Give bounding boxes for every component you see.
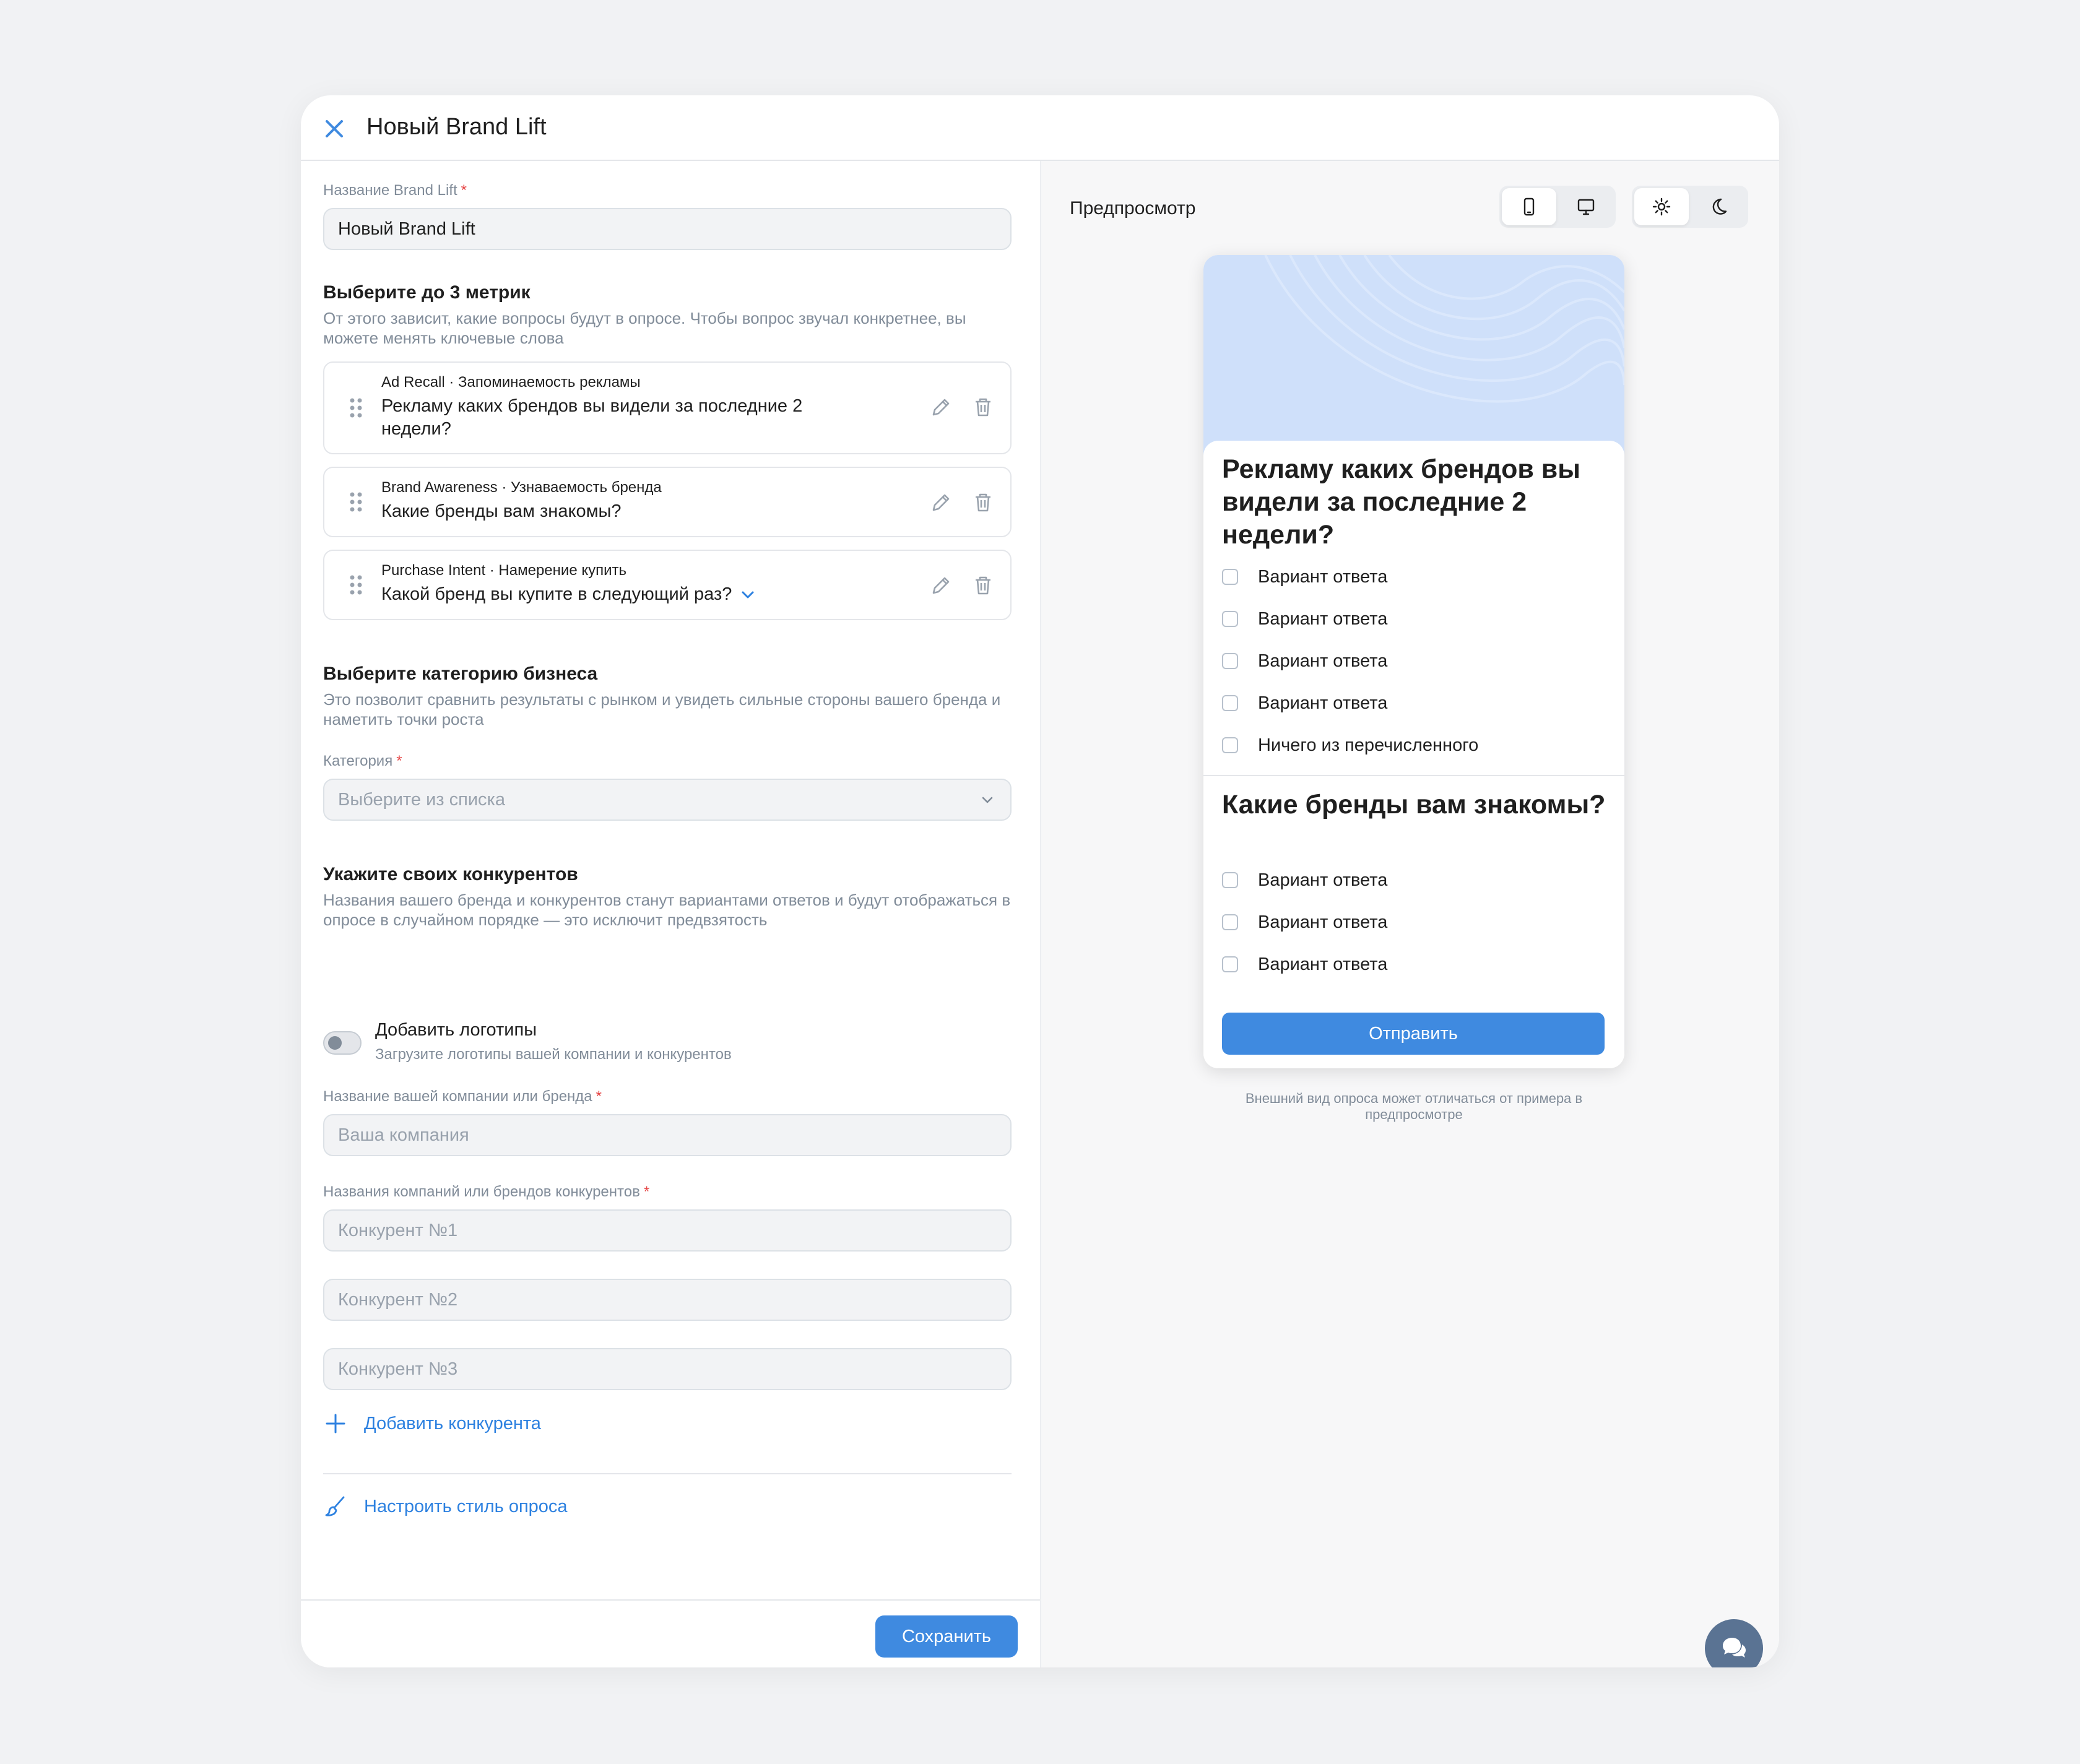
checkbox[interactable]	[1222, 611, 1238, 627]
modal-header: Новый Brand Lift	[301, 95, 1779, 161]
answer-option[interactable]: Вариант ответа	[1222, 564, 1387, 589]
logos-toggle[interactable]	[323, 1031, 362, 1055]
category-select[interactable]: Выберите из списка	[323, 779, 1012, 821]
brand-lift-modal: Новый Brand Lift Название Brand Lift * Но…	[301, 95, 1779, 1667]
trash-icon[interactable]	[971, 490, 995, 515]
edit-icon[interactable]	[929, 573, 953, 598]
answer-option[interactable]: Вариант ответа	[1222, 952, 1387, 977]
brand-lift-name-input[interactable]: Новый Brand Lift	[323, 208, 1012, 250]
save-button[interactable]: Сохранить	[875, 1615, 1018, 1658]
submit-button[interactable]: Отправить	[1222, 1013, 1605, 1055]
phone-icon	[1523, 197, 1535, 216]
metric-question: Рекламу каких брендов вы видели за после…	[381, 396, 803, 439]
category-label: Категория *	[323, 753, 402, 769]
form-footer: Сохранить	[301, 1599, 1040, 1667]
answer-option[interactable]: Вариант ответа	[1222, 868, 1387, 893]
mobile-view-button[interactable]	[1502, 188, 1556, 225]
edit-icon[interactable]	[929, 490, 953, 515]
chevron-down-icon	[982, 797, 993, 803]
question-divider	[1203, 775, 1624, 776]
company-label: Название вашей компании или бренда *	[323, 1088, 602, 1105]
plus-icon	[326, 1414, 345, 1433]
chat-button[interactable]	[1705, 1619, 1763, 1667]
answer-option[interactable]: Вариант ответа	[1222, 607, 1387, 631]
checkbox[interactable]	[1222, 737, 1238, 753]
metrics-title: Выберите до 3 метрик	[323, 282, 531, 303]
theme-switcher	[1632, 186, 1748, 228]
category-description: Это позволит сравнить результаты с рынко…	[323, 690, 1001, 729]
metric-subtitle: Brand Awareness · Узнаваемость бренда	[381, 479, 662, 496]
metric-question: Какие бренды вам знакомы?	[381, 501, 622, 521]
desktop-view-button[interactable]	[1559, 188, 1613, 225]
checkbox[interactable]	[1222, 956, 1238, 972]
answer-option[interactable]: Вариант ответа	[1222, 910, 1387, 935]
dark-theme-button[interactable]	[1691, 188, 1746, 225]
chevron-down-icon[interactable]	[739, 586, 756, 603]
competitors-title: Укажите своих конкурентов	[323, 864, 578, 884]
drag-handle-icon[interactable]	[349, 491, 363, 512]
device-switcher	[1499, 186, 1616, 228]
form-panel: Название Brand Lift * Новый Brand Lift Вы…	[301, 161, 1040, 1667]
metric-question: Какой бренд вы купите в следующий раз?	[381, 584, 732, 604]
competitor-2-input[interactable]: Конкурент №2	[323, 1279, 1012, 1321]
edit-icon[interactable]	[929, 395, 953, 420]
checkbox[interactable]	[1222, 653, 1238, 669]
add-competitor-label: Добавить конкурента	[364, 1413, 541, 1433]
survey-hero-background	[1203, 255, 1624, 459]
metric-card[interactable]: Brand Awareness · Узнаваемость бренда Ка…	[323, 467, 1012, 537]
divider	[323, 1473, 1012, 1474]
answer-option[interactable]: Ничего из перечисленного	[1222, 733, 1478, 758]
customize-style-label: Настроить стиль опроса	[364, 1496, 568, 1516]
trash-icon[interactable]	[971, 573, 995, 598]
checkbox[interactable]	[1222, 695, 1238, 711]
category-title: Выберите категорию бизнеса	[323, 664, 598, 684]
metric-question-dropdown[interactable]: Какой бренд вы купите в следующий раз?	[381, 583, 756, 606]
preview-panel: Предпросмотр Рекламу каких брендов вы ви…	[1040, 161, 1779, 1667]
survey-question-title: Какие бренды вам знакомы?	[1222, 790, 1606, 819]
metric-subtitle: Purchase Intent · Намерение купить	[381, 562, 626, 579]
chat-icon	[1723, 1638, 1746, 1658]
competitor-names-label: Названия компаний или брендов конкуренто…	[323, 1183, 650, 1200]
company-name-input[interactable]: Ваша компания	[323, 1114, 1012, 1156]
sun-icon	[1652, 197, 1671, 216]
logos-toggle-description: Загрузите логотипы вашей компании и конк…	[375, 1046, 732, 1063]
survey-body: Рекламу каких брендов вы видели за после…	[1203, 441, 1624, 1068]
metric-card[interactable]: Purchase Intent · Намерение купить Какой…	[323, 550, 1012, 620]
close-icon[interactable]	[318, 113, 350, 145]
desktop-icon	[1577, 199, 1595, 215]
checkbox[interactable]	[1222, 914, 1238, 930]
answer-option[interactable]: Вариант ответа	[1222, 649, 1387, 673]
preview-note: Внешний вид опроса может отличаться от п…	[1245, 1091, 1583, 1122]
competitor-3-input[interactable]: Конкурент №3	[323, 1348, 1012, 1390]
checkbox[interactable]	[1222, 569, 1238, 585]
moon-icon	[1712, 198, 1727, 215]
name-label: Название Brand Lift *	[323, 182, 467, 199]
category-placeholder: Выберите из списка	[338, 789, 505, 810]
brush-icon	[325, 1496, 345, 1516]
logos-toggle-label: Добавить логотипы	[375, 1020, 537, 1040]
trash-icon[interactable]	[971, 395, 995, 420]
light-theme-button[interactable]	[1634, 188, 1689, 225]
modal-title: Новый Brand Lift	[366, 114, 547, 140]
metric-card[interactable]: Ad Recall · Запоминаемость рекламы Рекла…	[323, 361, 1012, 454]
customize-style-button[interactable]: Настроить стиль опроса	[323, 1494, 568, 1519]
competitors-description: Названия вашего бренда и конкурентов ста…	[323, 891, 1011, 929]
metric-subtitle: Ad Recall · Запоминаемость рекламы	[381, 374, 641, 391]
competitor-1-input[interactable]: Конкурент №1	[323, 1209, 1012, 1252]
survey-preview-phone: Рекламу каких брендов вы видели за после…	[1203, 255, 1624, 1068]
metrics-description: От этого зависит, какие вопросы будут в …	[323, 309, 966, 347]
add-competitor-button[interactable]: Добавить конкурента	[323, 1411, 541, 1436]
wave-pattern	[1264, 255, 1624, 403]
survey-question-title: Рекламу каких брендов вы видели за после…	[1222, 454, 1580, 550]
drag-handle-icon[interactable]	[349, 574, 363, 595]
preview-title: Предпросмотр	[1070, 198, 1196, 218]
checkbox[interactable]	[1222, 872, 1238, 888]
answer-option[interactable]: Вариант ответа	[1222, 691, 1387, 716]
drag-handle-icon[interactable]	[349, 397, 363, 418]
